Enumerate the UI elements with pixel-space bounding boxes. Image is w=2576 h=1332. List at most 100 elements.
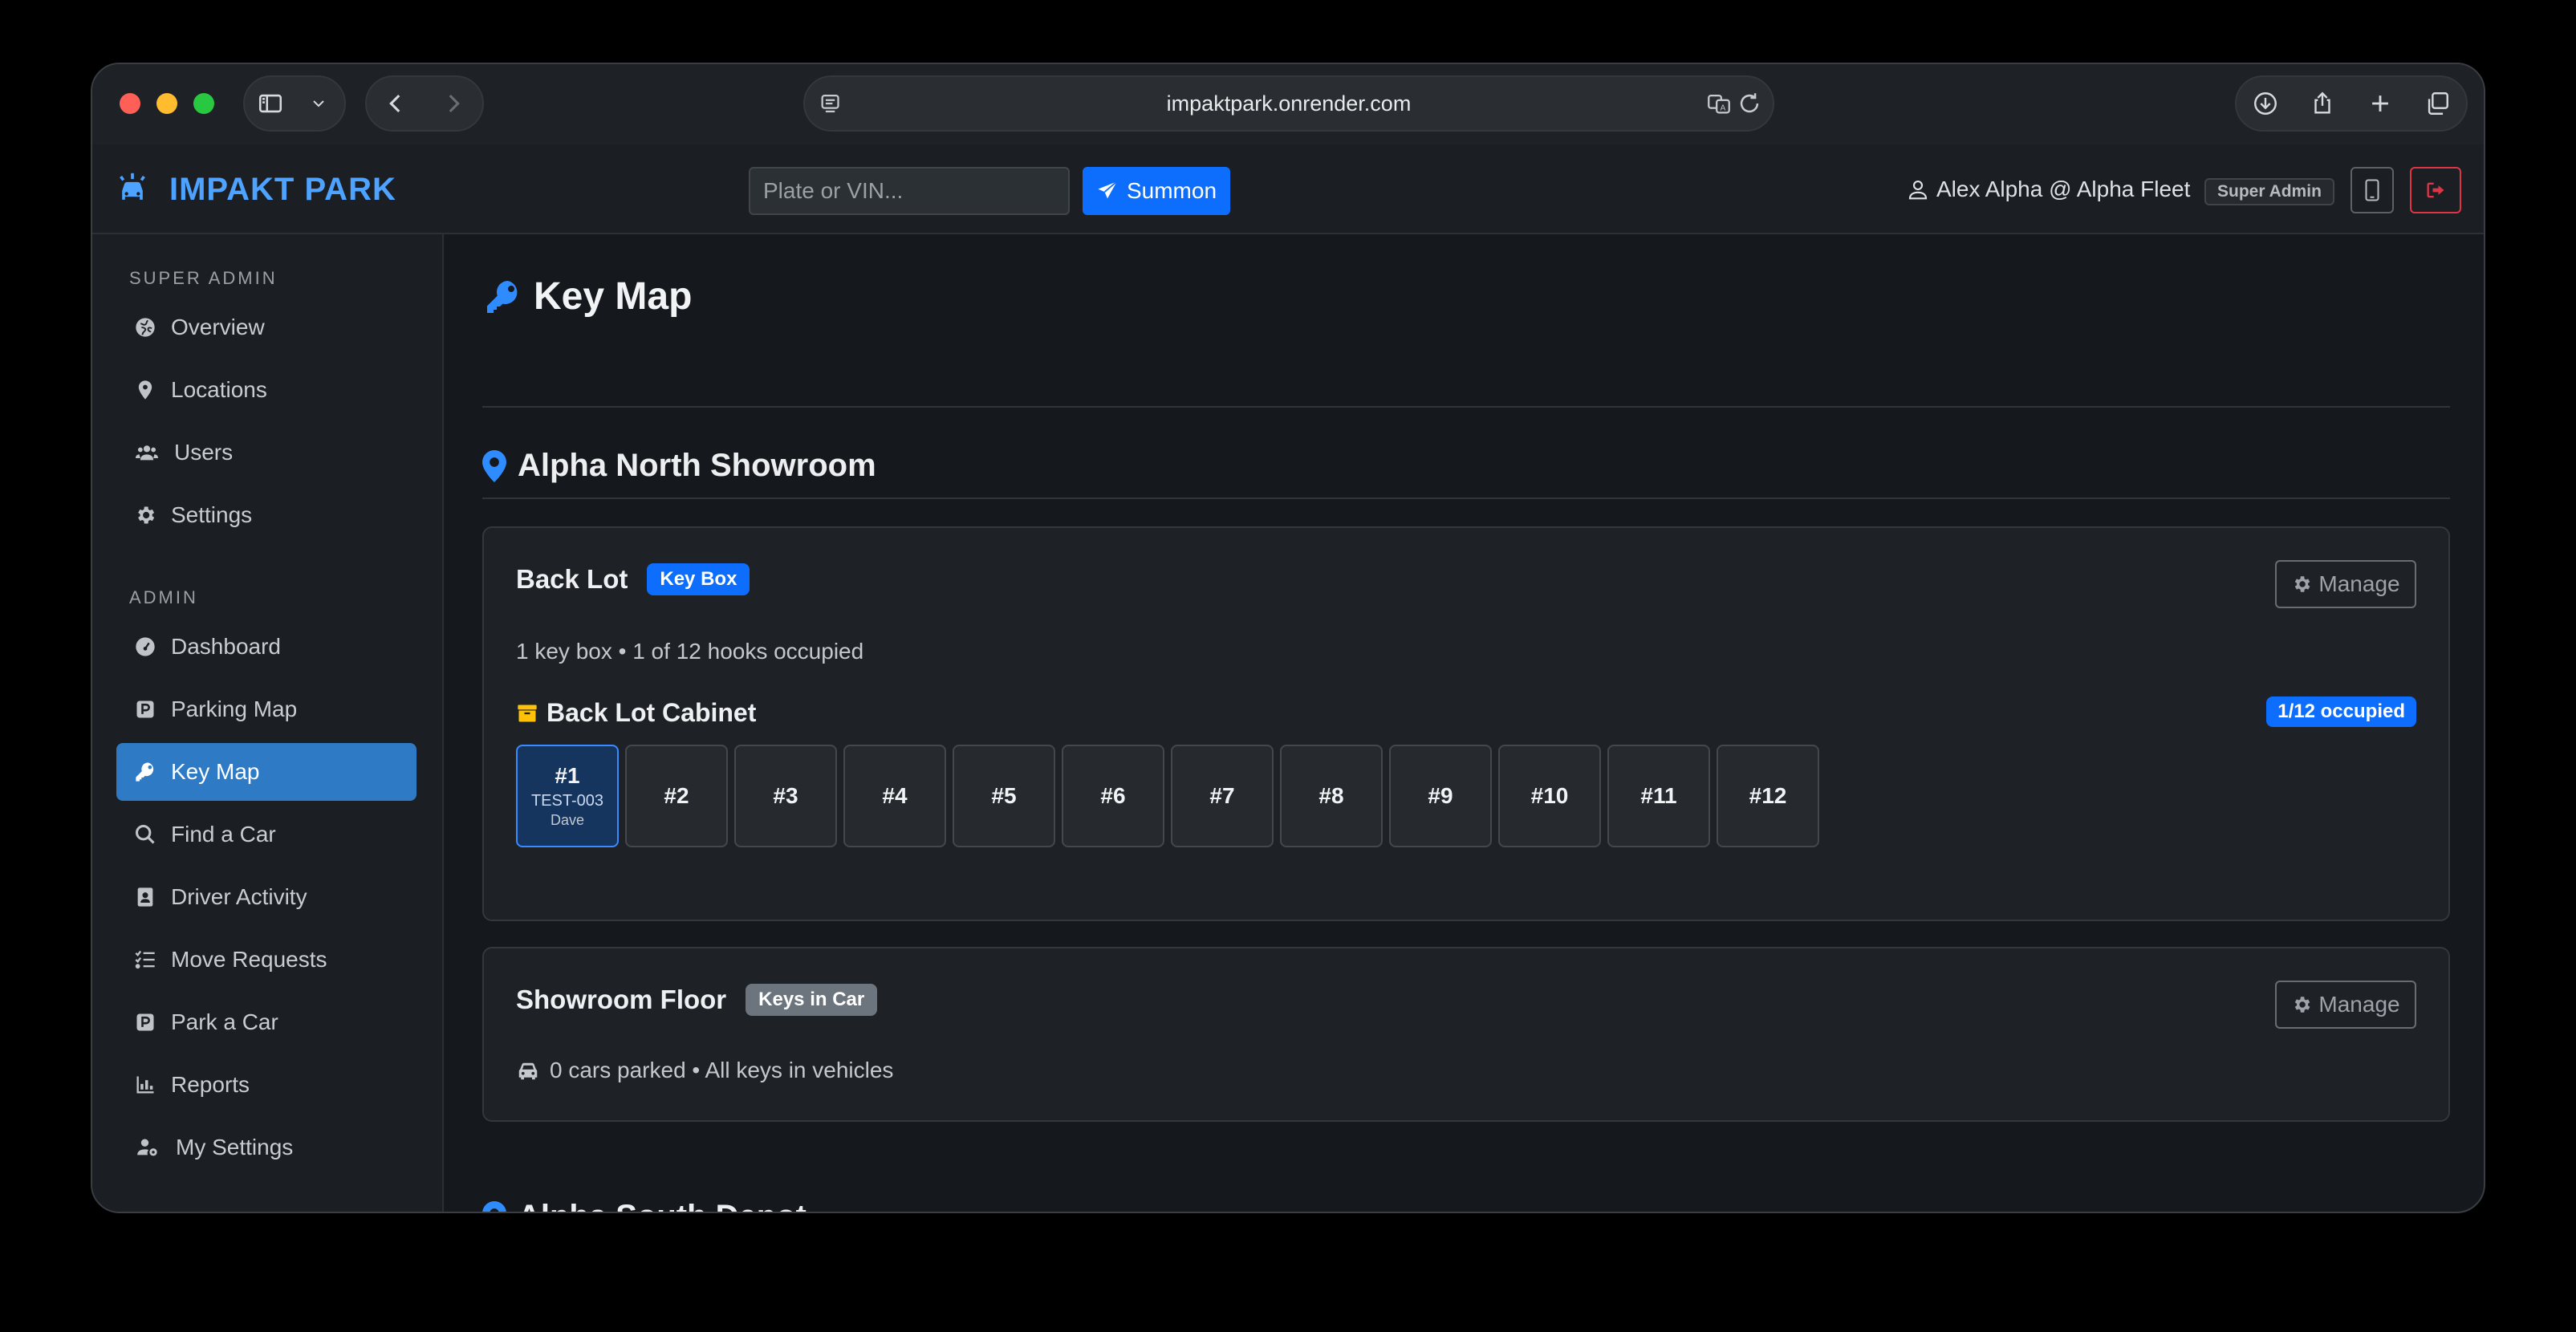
gear-icon [2295,576,2310,592]
key-hook[interactable]: #10 [1498,745,1601,847]
sidebar-item-label: Locations [171,377,267,402]
zone-name: Back Lot [516,564,628,594]
sidebar-item-park-a-car[interactable]: Park a Car [116,993,416,1051]
summon-button[interactable]: Summon [1083,167,1230,215]
sidebar-item-reports[interactable]: Reports [116,1056,416,1114]
key-hook[interactable]: #2 [625,745,728,847]
users-icon [136,445,158,461]
sidebar-item-overview[interactable]: Overview [116,298,416,356]
hook-label: #10 [1530,783,1569,808]
list-check-icon [135,950,155,969]
hook-label: #8 [1318,783,1344,808]
mobile-view-button[interactable] [2350,167,2394,213]
key-hook[interactable]: #12 [1717,745,1819,847]
browser-toolbar: impaktpark.onrender.com A [92,64,2484,144]
zone-type-badge: Keys in Car [746,984,878,1016]
chevron-down-icon[interactable] [296,77,341,130]
hook-grid: #1 TEST-003 Dave #2 #3 #4 #5 #6 #7 #8 #9… [516,745,1819,847]
hook-label: #2 [664,783,689,808]
share-icon[interactable] [2294,77,2352,130]
zone-title: Back Lot Key Box [516,563,750,595]
back-arrow-icon[interactable] [367,77,425,130]
zone-type-badge: Key Box [647,563,750,595]
sidebar-item-label: Reports [171,1072,250,1097]
sidebar-item-locations[interactable]: Locations [116,361,416,419]
sidebar-toggle-icon[interactable] [245,77,296,130]
main-content: Key Map Alpha North Showroom Back Lot Ke… [445,234,2484,1212]
box-icon [518,705,537,721]
browser-window: impaktpark.onrender.com A IMPAKT PARK Pl… [91,63,2485,1213]
zone-title: Showroom Floor Keys in Car [516,984,878,1016]
map-marker-icon [482,449,506,482]
sidebar-item-key-map[interactable]: Key Map [116,743,416,801]
sidebar-item-users[interactable]: Users [116,424,416,481]
key-hook[interactable]: #5 [953,745,1055,847]
sidebar-item-dashboard[interactable]: Dashboard [116,618,416,676]
sidebar-item-find-a-car[interactable]: Find a Car [116,806,416,863]
hook-plate: TEST-003 [530,792,604,810]
occupancy-badge: 1/12 occupied [2266,696,2416,727]
hook-label: #4 [882,783,908,808]
car-alarm-icon [120,173,145,200]
sidebar-item-label: Find a Car [171,822,276,847]
sidebar-item-label: Driver Activity [171,884,307,909]
minimize-window-button[interactable] [156,93,177,114]
sidebar-item-label: Overview [171,315,265,339]
sidebar-item-settings[interactable]: Settings [116,486,416,544]
hook-label: #6 [1100,783,1126,808]
key-hook[interactable]: #7 [1171,745,1274,847]
translate-icon[interactable]: A [1705,90,1733,117]
hook-label: #1 [555,763,580,788]
key-icon [136,762,154,782]
zone-name: Showroom Floor [516,985,727,1014]
brand-logo[interactable]: IMPAKT PARK [115,144,396,234]
search-icon [135,824,155,844]
hook-label: #11 [1640,783,1677,808]
logout-button[interactable] [2410,167,2461,213]
reload-icon[interactable] [1736,90,1763,117]
zone-card-showroom-floor: Showroom Floor Keys in Car Manage 0 cars… [482,947,2450,1122]
sign-out-icon [2427,182,2444,198]
chart-icon [136,1076,154,1094]
role-badge: Super Admin [2204,178,2334,205]
zone-summary: 1 key box • 1 of 12 hooks occupied [516,639,864,664]
key-hook[interactable]: #3 [734,745,837,847]
address-bar[interactable]: impaktpark.onrender.com A [803,75,1774,132]
key-hook[interactable]: #11 [1607,745,1710,847]
tab-overview-icon[interactable] [2409,77,2467,130]
divider [482,406,2450,408]
zone-summary: 0 cars parked • All keys in vehicles [550,1058,894,1082]
cabinet-name: Back Lot Cabinet [546,698,757,727]
url-text: impaktpark.onrender.com [1166,91,1412,116]
key-hook[interactable]: #6 [1062,745,1164,847]
plate-search-input[interactable] [749,167,1070,215]
location-name: Alpha North Showroom [518,448,876,483]
close-window-button[interactable] [120,93,140,114]
download-icon[interactable] [2237,77,2294,130]
sidebar-heading-super-admin: SUPER ADMIN [129,268,278,288]
new-tab-icon[interactable] [2351,77,2409,130]
sidebar-item-label: My Settings [176,1135,294,1159]
key-hook[interactable]: #1 TEST-003 Dave [516,745,619,847]
key-hook[interactable]: #9 [1389,745,1492,847]
hook-label: #9 [1428,783,1453,808]
manage-button[interactable]: Manage [2275,981,2416,1029]
manage-button[interactable]: Manage [2275,560,2416,608]
sidebar-item-label: Park a Car [171,1009,278,1034]
forward-arrow-icon[interactable] [425,77,482,130]
sidebar-item-driver-activity[interactable]: Driver Activity [116,868,416,926]
key-hook[interactable]: #8 [1280,745,1383,847]
sidebar-toggle-group [243,75,346,132]
sidebar-item-label: Key Map [171,759,260,784]
hook-driver: Dave [550,812,585,828]
car-icon [518,1062,538,1080]
map-marker-icon [482,1200,506,1212]
history-nav-group [365,75,484,132]
sidebar-item-parking-map[interactable]: Parking Map [116,680,416,738]
sidebar-item-my-settings[interactable]: My Settings [116,1119,416,1176]
cabinet-title: Back Lot Cabinet [516,698,756,728]
key-hook[interactable]: #4 [843,745,946,847]
globe-icon [136,318,155,337]
sidebar-item-move-requests[interactable]: Move Requests [116,931,416,989]
zoom-window-button[interactable] [193,93,214,114]
